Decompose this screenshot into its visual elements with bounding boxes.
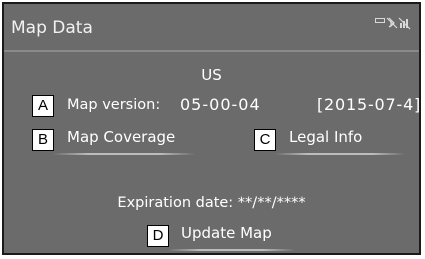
callout-badge-b: B: [32, 129, 54, 151]
legal-info-button[interactable]: Legal Info: [276, 125, 404, 155]
map-coverage-label: Map Coverage: [67, 128, 176, 146]
legal-info-label: Legal Info: [289, 128, 363, 146]
map-data-screen: Map Data US A Map version: 05-00-04 [201…: [2, 2, 421, 255]
callout-badge-c: C: [254, 129, 276, 151]
region-label: US: [201, 66, 222, 84]
cellular-signal-icon: [375, 18, 385, 23]
signal-bars-icon: [398, 17, 411, 30]
update-map-underline: [169, 249, 294, 251]
update-map-label: Update Map: [181, 224, 272, 242]
map-coverage-button[interactable]: Map Coverage: [54, 125, 194, 155]
expiration-date: Expiration date: **/**/****: [117, 195, 306, 211]
page-title: Map Data: [11, 18, 93, 38]
callout-badge-a: A: [32, 95, 54, 117]
map-version-date: [2015-07-4]: [317, 95, 421, 114]
status-icons: [373, 15, 413, 31]
status-icons-graphic: [375, 17, 411, 30]
legal-info-underline: [276, 153, 404, 155]
map-version-label: Map version:: [67, 97, 161, 113]
map-coverage-underline: [54, 153, 194, 155]
header-divider: [4, 50, 419, 52]
bluetooth-off-icon: [386, 17, 398, 29]
update-map-button[interactable]: Update Map: [169, 221, 294, 251]
map-version-value: 05-00-04: [180, 95, 261, 114]
callout-badge-d: D: [147, 225, 169, 247]
